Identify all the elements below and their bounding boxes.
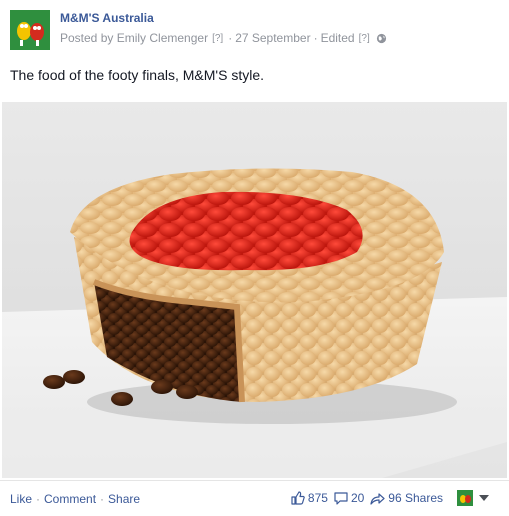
like-link[interactable]: Like — [10, 492, 32, 506]
post-meta: Posted by Emily Clemenger [?] · 27 Septe… — [60, 31, 387, 45]
thumbs-up-icon — [291, 491, 305, 505]
shares-count: 96 Shares — [388, 491, 443, 505]
post-message: The food of the footy finals, M&M'S styl… — [10, 67, 265, 83]
post-photo[interactable] — [2, 102, 507, 478]
comment-link[interactable]: Comment — [44, 492, 96, 506]
globe-icon[interactable] — [376, 33, 387, 44]
post-stats: 875 20 96 Shares — [285, 490, 489, 506]
acting-page-avatar — [457, 490, 473, 506]
page-name-link[interactable]: M&M'S Australia — [60, 11, 154, 25]
posted-by[interactable]: Posted by Emily Clemenger — [60, 31, 208, 45]
share-arrow-icon — [370, 492, 385, 505]
post-date[interactable]: 27 September — [235, 31, 310, 45]
shares-stat[interactable]: 96 Shares — [370, 491, 443, 505]
likes-stat[interactable]: 875 — [291, 491, 328, 505]
chevron-down-icon — [479, 495, 489, 501]
meta-separator: · — [228, 31, 233, 45]
comments-stat[interactable]: 20 — [334, 491, 364, 505]
acting-as-selector[interactable] — [457, 490, 489, 506]
action-separator: · — [100, 492, 105, 506]
action-separator: · — [36, 492, 41, 506]
help-link[interactable]: [?] — [212, 33, 223, 44]
comments-count: 20 — [350, 491, 365, 505]
likes-count: 875 — [307, 491, 328, 505]
post-actions: Like · Comment · Share — [10, 492, 140, 506]
page-avatar[interactable] — [10, 10, 50, 50]
pie-made-of-mms-image — [2, 102, 507, 478]
share-link[interactable]: Share — [108, 492, 140, 506]
facebook-post: M&M'S Australia Posted by Emily Clemenge… — [0, 0, 509, 516]
post-footer: Like · Comment · Share 875 20 96 Shares — [0, 480, 509, 516]
meta-separator: · — [313, 31, 318, 45]
comment-icon — [334, 491, 348, 505]
help-link[interactable]: [?] — [359, 33, 370, 44]
edited-label[interactable]: Edited — [321, 31, 355, 45]
